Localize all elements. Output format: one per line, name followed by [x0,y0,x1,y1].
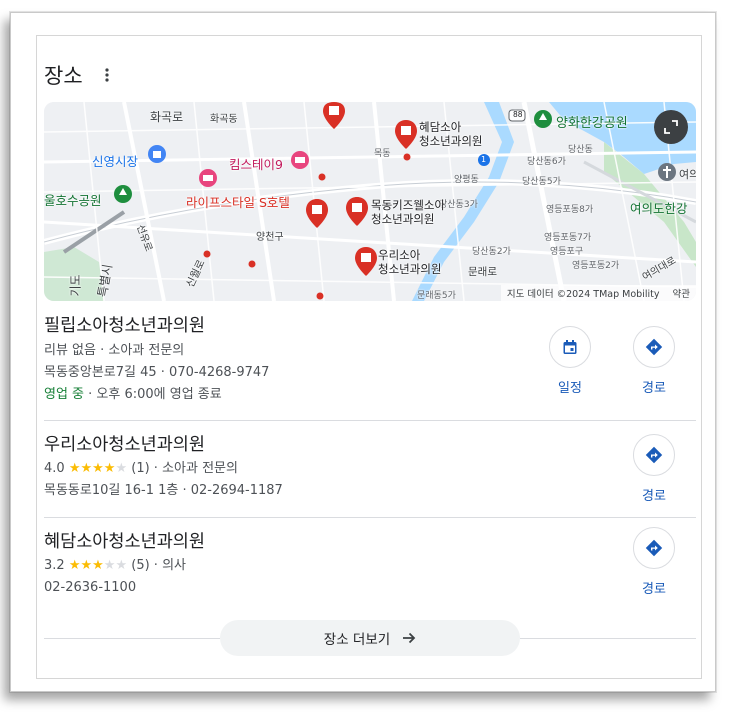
schedule-circle[interactable] [549,326,591,368]
map-label-yangpyeong: 양평동 [454,175,479,185]
map-label-yeongdeungpo8: 영등포동8가 [546,205,594,215]
map-label-sinyeong: 신영시장 [92,154,139,169]
listing-divider [44,517,696,518]
directions-circle[interactable] [633,434,675,476]
rating-value: 4.0 [44,461,65,476]
listing-category: · 의사 [149,558,186,573]
directions-label: 경로 [642,582,666,597]
listing-rating-row: 4.0 ★★★★★ (1) · 소아과 전문의 [44,458,283,480]
listing-address: 목동중앙본로7길 45 · 070-4268-9747 [44,365,270,380]
listing-hyedam[interactable]: 혜담소아청소년과의원 3.2 ★★★★★ (5) · 의사 02-2636-11… [44,530,205,599]
listing-address: 목동동로10길 16-1 1층 · 02-2694-1187 [44,483,283,498]
listing-name[interactable]: 필립소아청소년과의원 [44,314,269,338]
star-rating: ★★★★★ [69,461,127,476]
listing-rating-row: 3.2 ★★★★★ (5) · 의사 [44,555,205,577]
pin-label-hotel[interactable]: 라이프스타일 S호텔 [186,196,290,210]
listing-divider [44,420,696,421]
directions-button-philip[interactable]: 경로 [624,326,684,396]
map-label-hwagok: 화곡로 [150,110,184,124]
expand-icon [664,120,678,134]
map-label-dangsan5: 당산동5가 [522,177,561,187]
places-map[interactable]: 화곡로 화곡동 신영시장 울호수공원 양천구 신월로 선유로 기도 특별시 목동… [44,102,696,301]
open-status: 영업 중 [44,387,85,402]
map-label-yangcheon: 양천구 [256,232,284,243]
map-label-mullae: 문래로 [468,266,497,278]
places-title: 장소 [44,64,83,88]
map-label-dangsan2: 당산동2가 [472,247,511,257]
listing-name[interactable]: 혜담소아청소년과의원 [44,530,205,554]
review-count[interactable]: (5) [131,558,149,573]
schedule-button[interactable]: 일정 [540,326,600,396]
map-label-yeongdeungpo2: 영등포동2가 [572,261,620,271]
stars-empty: ★ [115,461,128,476]
route-1-shield: 1 [481,155,487,164]
directions-button-woori[interactable]: 경로 [624,434,684,504]
map-label-hwagokdong: 화곡동 [210,114,238,125]
more-options-icon[interactable] [97,65,117,85]
directions-button-hyedam[interactable]: 경로 [624,527,684,597]
listing-philip[interactable]: 필립소아청소년과의원 리뷰 없음 · 소아과 전문의 목동중앙본로7길 45 ·… [44,314,269,406]
more-places-label: 장소 더보기 [323,632,391,648]
map-label-yeongdeungpo: 영등포구 [550,247,584,257]
stars-empty: ★★ [103,558,128,573]
map-label-dangsan1: 당산동 [568,145,593,155]
close-time: · 오후 6:00에 영업 종료 [84,387,222,402]
map-label-dangsan6: 당산동6가 [527,157,566,167]
map-canvas [44,102,696,301]
more-divider-left [44,638,220,639]
places-header: 장소 [44,58,117,92]
calendar-icon [563,340,577,354]
pin-label-woori-line1: 우리소아 [378,248,421,262]
directions-icon [645,446,663,464]
pin-label-mokdong-kids[interactable]: 목동키즈웰소아 청소년과의원 [371,198,445,226]
directions-circle[interactable] [633,326,675,368]
directions-label: 경로 [642,489,666,504]
directions-label: 경로 [642,381,666,396]
route-88-shield: 88 [513,110,523,119]
schedule-label: 일정 [558,381,582,396]
review-count[interactable]: (1) [131,461,149,476]
arrow-right-icon [402,632,416,644]
pin-label-mokdong-kids-line1: 목동키즈웰소아 [371,198,446,212]
pin-label-hyedam-line2: 청소년과의원 [419,134,483,148]
directions-icon [645,539,663,557]
stars-filled: ★★★★ [68,461,116,476]
map-attribution-text: 지도 데이터 ©2024 TMap Mobility [506,289,660,300]
pin-label-hyedam[interactable]: 혜담소아 청소년과의원 [419,120,482,148]
pin-label-mokdong-kids-line2: 청소년과의원 [371,212,435,226]
listing-name[interactable]: 우리소아청소년과의원 [44,433,283,457]
map-label-mokdong: 목동 [374,149,391,159]
directions-circle[interactable] [633,527,675,569]
pin-label-woori-line2: 청소년과의원 [378,262,442,276]
map-attribution: 지도 데이터 ©2024 TMap Mobility 약관 [500,285,696,301]
map-label-yeouido: 여의도한강 [630,201,688,216]
pin-label-kimstay[interactable]: 킴스테이9 [229,158,283,172]
pin-label-hyedam-line1: 혜담소아 [419,120,462,134]
listing-hours: 영업 중 · 오후 6:00에 영업 종료 [44,384,269,406]
map-label-yeoui: 여의 [679,168,696,181]
map-label-mullaedong: 문래동5가 [417,291,456,301]
map-label-yeongdeungpo7: 영등포동7가 [544,233,592,243]
listing-phone: 02-2636-1100 [44,580,137,595]
pin-label-woori[interactable]: 우리소아 청소년과의원 [378,248,441,276]
map-label-yanghwa: 양화한강공원 [556,116,628,131]
map-terms-link[interactable]: 약관 [673,289,690,300]
map-label-gimpo: 기도 [68,274,83,297]
rating-value: 3.2 [44,558,65,573]
listing-category: · 소아과 전문의 [149,461,238,476]
star-rating: ★★★★★ [69,558,127,573]
listing-woori[interactable]: 우리소아청소년과의원 4.0 ★★★★★ (1) · 소아과 전문의 목동동로1… [44,433,283,502]
map-label-park: 울호수공원 [44,193,102,208]
map-expand-button[interactable] [654,110,688,144]
more-divider-right [520,638,696,639]
directions-icon [645,338,663,356]
more-places-button[interactable]: 장소 더보기 [220,620,520,656]
listing-meta: 리뷰 없음 · 소아과 전문의 [44,343,185,358]
stars-filled: ★★★ [68,558,104,573]
